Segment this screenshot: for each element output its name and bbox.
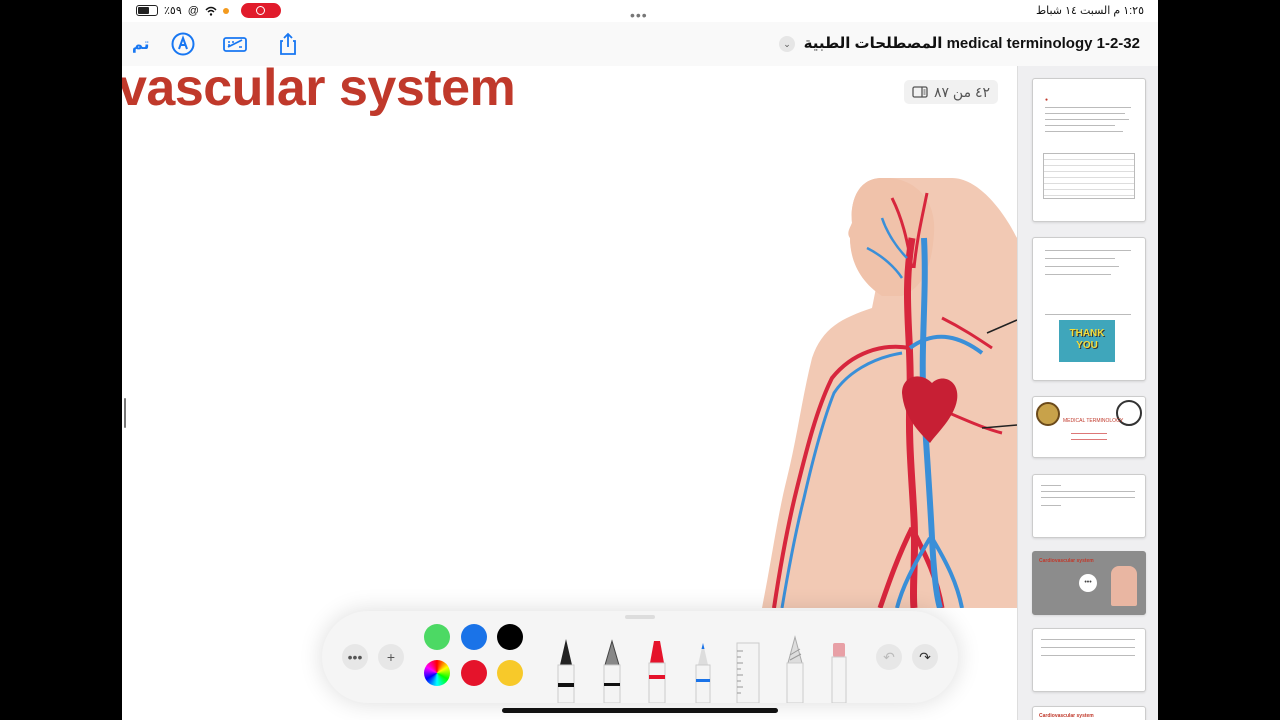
- thumbnail-title: Cardiovascular system: [1039, 713, 1094, 719]
- more-options-icon[interactable]: •••: [1079, 574, 1097, 592]
- at-icon: @: [187, 4, 199, 17]
- color-swatch-blue[interactable]: [461, 624, 487, 650]
- marker-tool-icon[interactable]: [642, 635, 672, 703]
- markup-pen-icon[interactable]: [170, 31, 196, 57]
- wifi-icon: [205, 6, 217, 16]
- thank-you-image: THANK YOU: [1059, 320, 1115, 362]
- ruler-tool-icon[interactable]: [732, 635, 762, 703]
- slide-title: vascular system: [122, 66, 516, 117]
- monoline-pen-tool-icon[interactable]: [688, 635, 718, 703]
- keyboard-scribble-icon[interactable]: [222, 31, 248, 57]
- status-left: ٪٥٩ @: [136, 3, 281, 18]
- left-edge-handle[interactable]: [124, 398, 126, 428]
- time-date: ١:٢٥ م السبت ١٤ شباط: [1035, 5, 1144, 17]
- ipad-screen: ٪٥٩ @ ••• ١:٢٥ م السبت ١٤ شباط تم ⌄ المص…: [122, 0, 1158, 720]
- pencil-tool-icon[interactable]: [780, 635, 810, 703]
- share-icon[interactable]: [275, 31, 301, 57]
- thumbnail-title: Cardiovascular system: [1039, 558, 1094, 564]
- thumbnail-page[interactable]: ●: [1032, 78, 1146, 222]
- redo-button[interactable]: ↷: [912, 644, 938, 670]
- page-indicator-text: ٤٢ من ٨٧: [933, 83, 991, 100]
- color-picker-wheel[interactable]: [424, 660, 450, 686]
- done-button[interactable]: تم: [132, 35, 149, 53]
- circulatory-system-illustration: [762, 178, 1017, 608]
- document-title[interactable]: المصطلحات الطبية medical terminology 1-2…: [804, 34, 1140, 52]
- nav-bar: تم ⌄ المصطلحات الطبية medical terminolog…: [122, 22, 1158, 67]
- thumbnail-page[interactable]: THANK YOU: [1032, 237, 1146, 381]
- battery-icon: [136, 5, 158, 16]
- title-menu-chevron-icon[interactable]: ⌄: [779, 36, 795, 52]
- orange-dot-indicator: [222, 7, 229, 14]
- thumbnail-page[interactable]: [1032, 474, 1146, 538]
- add-button[interactable]: +: [378, 644, 404, 670]
- color-swatch-green[interactable]: [424, 624, 450, 650]
- more-tools-button[interactable]: •••: [342, 644, 368, 670]
- thumbnail-title: MEDICAL TERMINOLOGY: [1063, 418, 1124, 424]
- battery-percent: ٪٥٩: [164, 5, 182, 17]
- screen-record-icon[interactable]: [240, 3, 281, 18]
- page-indicator[interactable]: ٤٢ من ٨٧: [904, 80, 998, 104]
- multitasking-dots[interactable]: •••: [630, 7, 648, 23]
- undo-button[interactable]: ↶: [876, 644, 902, 670]
- page-thumbnails-sidebar[interactable]: ● THANK YOU MEDICAL TERMINOLOGY Cardiova…: [1017, 66, 1158, 720]
- sidebar-toggle-icon: [912, 86, 928, 98]
- thumbnail-page[interactable]: [1032, 628, 1146, 692]
- pen-tool-icon[interactable]: [551, 635, 581, 703]
- markup-toolbar: ••• + ↶ ↷: [322, 611, 958, 703]
- eraser-tool-icon[interactable]: [824, 635, 854, 703]
- status-bar: ٪٥٩ @ ••• ١:٢٥ م السبت ١٤ شباط: [122, 0, 1158, 23]
- thumbnail-page[interactable]: MEDICAL TERMINOLOGY: [1032, 396, 1146, 458]
- color-swatch-yellow[interactable]: [497, 660, 523, 686]
- toolbar-grabber[interactable]: [625, 615, 655, 619]
- home-indicator[interactable]: [502, 708, 778, 713]
- color-swatch-red[interactable]: [461, 660, 487, 686]
- thumbnail-page-current[interactable]: Cardiovascular system •••: [1032, 551, 1146, 615]
- color-swatch-black[interactable]: [497, 624, 523, 650]
- fountain-pen-tool-icon[interactable]: [597, 635, 627, 703]
- thumbnail-page[interactable]: Cardiovascular system: [1032, 706, 1146, 720]
